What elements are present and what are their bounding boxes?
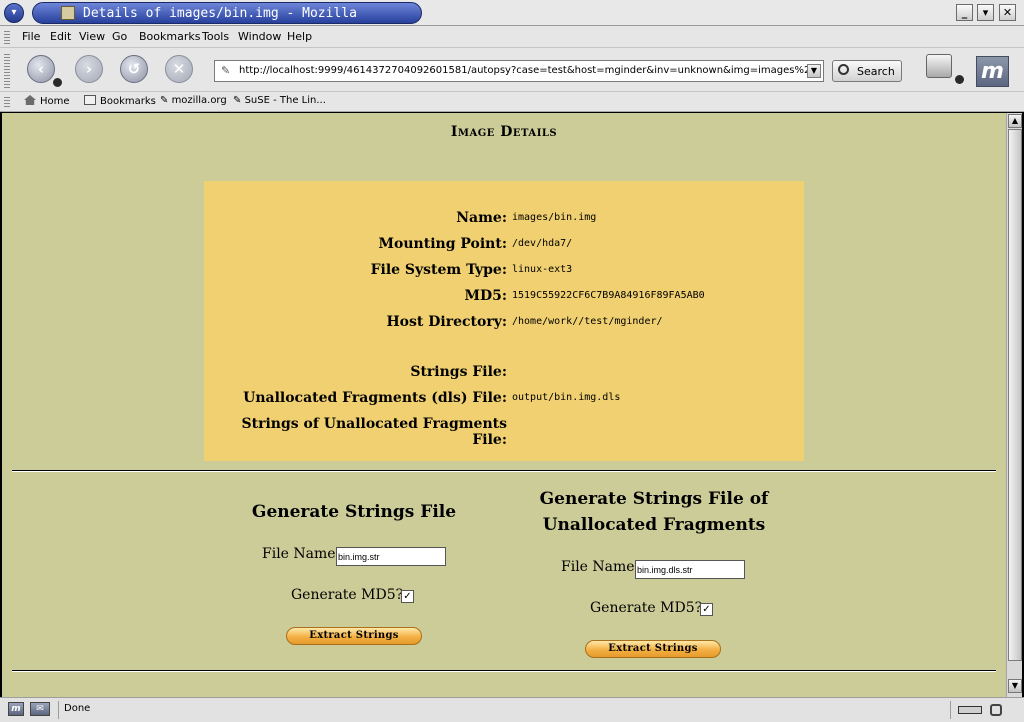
title-pill: Details of images/bin.img - Mozilla	[32, 2, 422, 24]
detail-label-dls: Unallocated Fragments (dls) File:	[243, 390, 507, 406]
mail-status-icon[interactable]: ✉	[30, 702, 50, 716]
stop-icon[interactable]: ✕	[165, 55, 193, 83]
menu-file[interactable]: File	[22, 30, 40, 43]
menu-edit[interactable]: Edit	[50, 30, 71, 43]
page-content: Image Details Name: images/bin.img Mount…	[2, 113, 1006, 697]
suse-link-label: SuSE - The Lin...	[244, 95, 326, 106]
unalloc-form-title-line2: Unallocated Fragments	[542, 515, 766, 535]
status-text: Done	[64, 703, 91, 714]
strings-filename-input[interactable]	[336, 547, 446, 566]
detail-label-hostdir: Host Directory:	[386, 314, 507, 330]
detail-value-fstype: linux-ext3	[512, 264, 573, 275]
detail-label-mount: Mounting Point:	[378, 236, 507, 252]
status-bar: m ✉ Done	[0, 697, 1024, 722]
menu-tools[interactable]: Tools	[202, 30, 229, 43]
page-title: Image Details	[450, 124, 558, 140]
strings-md5-label: Generate MD5?	[291, 587, 404, 603]
status-separator	[950, 701, 951, 719]
strings-filename-label: File Name:	[262, 546, 341, 562]
scrollbar-thumb[interactable]	[1008, 129, 1022, 661]
forward-icon[interactable]: ›	[75, 55, 103, 83]
image-details-table: Name: images/bin.img Mounting Point: /de…	[204, 181, 804, 461]
unalloc-md5-checkbox[interactable]: ✓	[700, 603, 713, 616]
vertical-scrollbar[interactable]: ▲ ▼	[1006, 113, 1022, 697]
detail-label-dls-strings: Strings of Unallocated Fragments File:	[241, 416, 507, 448]
back-dropdown-icon[interactable]	[53, 78, 62, 87]
detail-label-fstype: File System Type:	[370, 262, 507, 278]
home-link-label: Home	[40, 96, 70, 107]
page-proxy-icon[interactable]: ✎	[221, 64, 230, 77]
detail-label-name: Name:	[456, 210, 507, 226]
detail-label-strings: Strings File:	[410, 364, 507, 380]
scroll-down-icon[interactable]: ▼	[1008, 679, 1022, 693]
back-icon[interactable]: ‹	[27, 55, 55, 83]
search-icon	[838, 64, 849, 75]
close-button[interactable]: ✕	[999, 4, 1016, 21]
unalloc-filename-input[interactable]	[635, 560, 745, 579]
navbar-grip[interactable]	[4, 52, 10, 88]
menu-window[interactable]: Window	[238, 30, 281, 43]
detail-value-dls: output/bin.img.dls	[512, 392, 621, 403]
home-link[interactable]: Home	[24, 95, 70, 107]
window-title: Details of images/bin.img - Mozilla	[83, 6, 357, 21]
folder-icon	[84, 95, 96, 105]
security-lock-icon[interactable]	[990, 704, 1002, 716]
detail-value-hostdir: /home/work//test/mginder/	[512, 316, 663, 327]
url-bar[interactable]: ✎ http://localhost:9999/4614372704092601…	[214, 60, 824, 82]
menu-view[interactable]: View	[79, 30, 105, 43]
personalbar-grip[interactable]	[4, 95, 10, 109]
detail-value-md5: 1519C55922CF6C7B9A84916F89FA5AB0	[512, 290, 705, 301]
unalloc-filename-label: File Name:	[561, 559, 640, 575]
detail-value-mount: /dev/hda7/	[512, 238, 573, 249]
mozilla-org-link[interactable]: ✎ mozilla.org	[160, 95, 227, 106]
menubar-grip[interactable]	[4, 29, 10, 45]
maximize-button[interactable]: ▾	[977, 4, 994, 21]
strings-form-title: Generate Strings File	[251, 502, 457, 522]
url-history-dropdown-icon[interactable]: ▼	[807, 64, 821, 78]
search-button[interactable]: Search	[832, 60, 902, 82]
personal-toolbar: Home Bookmarks ✎ mozilla.org ✎ SuSE - Th…	[0, 92, 1024, 112]
mozilla-status-icon[interactable]: m	[8, 702, 24, 716]
extract-strings-button[interactable]: Extract Strings	[286, 627, 422, 645]
scroll-up-icon[interactable]: ▲	[1008, 114, 1022, 128]
reload-icon[interactable]: ↺	[120, 55, 148, 83]
detail-value-name: images/bin.img	[512, 212, 597, 223]
strings-md5-checkbox[interactable]: ✓	[401, 590, 414, 603]
mozilla-logo-icon[interactable]: m	[976, 56, 1009, 87]
window-titlebar: ▾ Details of images/bin.img - Mozilla _ …	[0, 0, 1024, 26]
url-text[interactable]: http://localhost:9999/461437270409260158…	[239, 65, 809, 76]
print-icon[interactable]	[926, 54, 952, 78]
bookmark-icon: ✎	[233, 95, 245, 106]
bookmarks-folder[interactable]: Bookmarks	[84, 95, 156, 107]
search-button-label: Search	[857, 65, 895, 78]
home-icon	[24, 95, 36, 105]
unalloc-form-title-line1: Generate Strings File of	[539, 489, 769, 509]
unalloc-form-title: Generate Strings File of Unallocated Fra…	[504, 486, 804, 538]
menu-bookmarks[interactable]: Bookmarks	[139, 30, 200, 43]
menu-help[interactable]: Help	[287, 30, 312, 43]
status-separator	[58, 701, 59, 719]
divider	[12, 670, 996, 672]
suse-link[interactable]: ✎ SuSE - The Lin...	[233, 95, 326, 106]
mozilla-org-label: mozilla.org	[171, 95, 227, 106]
print-dropdown-icon[interactable]	[955, 75, 964, 84]
bookmarks-folder-label: Bookmarks	[100, 96, 156, 107]
menu-go[interactable]: Go	[112, 30, 127, 43]
detail-label-md5: MD5:	[464, 288, 507, 304]
bookmark-icon: ✎	[160, 95, 172, 106]
window-menu-icon[interactable]: ▾	[4, 3, 24, 23]
divider	[12, 470, 996, 472]
extract-unalloc-strings-button[interactable]: Extract Strings	[585, 640, 721, 658]
unalloc-md5-label: Generate MD5?	[590, 600, 703, 616]
online-status-icon[interactable]	[958, 706, 982, 714]
minimize-button[interactable]: _	[956, 4, 973, 21]
menu-bar: File Edit View Go Bookmarks Tools Window…	[0, 26, 1024, 48]
app-icon	[61, 6, 75, 20]
